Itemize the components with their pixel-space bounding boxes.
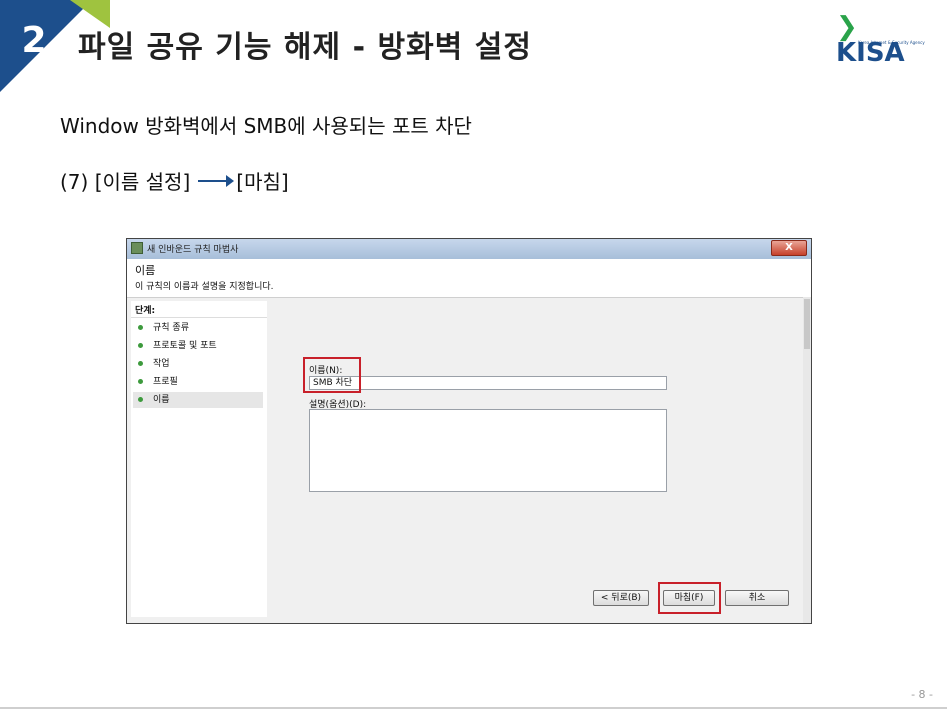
step-bullet-icon <box>138 397 143 402</box>
rule-description-input[interactable] <box>309 409 667 492</box>
wizard-steps-pane: 단계: 규칙 종류 프로토콜 및 포트 작업 프로필 이름 <box>131 301 267 617</box>
new-inbound-rule-wizard-window: 새 인바운드 규칙 마법사 X 이름 이 규칙의 이름과 설명을 지정합니다. … <box>126 238 812 624</box>
step-instruction: (7) [이름 설정] [마침] <box>60 166 289 195</box>
steps-divider <box>131 317 267 318</box>
step-rule-type[interactable]: 규칙 종류 <box>133 320 263 336</box>
step-label: 작업 <box>153 359 170 369</box>
window-titlebar: 새 인바운드 규칙 마법사 X <box>127 239 811 259</box>
cancel-button[interactable]: 취소 <box>725 590 789 606</box>
step-label: 프로토콜 및 포트 <box>153 341 217 351</box>
window-title: 새 인바운드 규칙 마법사 <box>147 245 239 255</box>
wizard-header-description: 이 규칙의 이름과 설명을 지정합니다. <box>135 282 274 292</box>
step-protocol-port[interactable]: 프로토콜 및 포트 <box>133 338 263 354</box>
step-bullet-icon <box>138 343 143 348</box>
finish-button-highlight <box>658 582 721 614</box>
step-action[interactable]: 작업 <box>133 356 263 372</box>
page-number: - 8 - <box>911 688 933 701</box>
step-bullet-icon <box>138 379 143 384</box>
step-label: 규칙 종류 <box>153 323 189 333</box>
back-button[interactable]: < 뒤로(B) <box>593 590 649 606</box>
rule-name-input[interactable]: SMB 차단 <box>309 376 667 390</box>
right-arrow-icon <box>198 174 235 187</box>
slide-subtitle: Window 방화벽에서 SMB에 사용되는 포트 차단 <box>60 114 472 138</box>
step-label-after: [마침] <box>236 170 289 194</box>
kisa-logo-subtext: Korea Internet & Security Agency <box>858 40 925 45</box>
wizard-header: 이름 이 규칙의 이름과 설명을 지정합니다. <box>127 259 811 298</box>
scrollbar-thumb[interactable] <box>804 299 810 349</box>
name-field-highlight <box>303 357 361 393</box>
step-bullet-icon <box>138 361 143 366</box>
slide-title: 파일 공유 기능 해제 - 방화벽 설정 <box>78 30 532 65</box>
vertical-scrollbar[interactable] <box>803 297 811 623</box>
wizard-header-title: 이름 <box>135 264 156 277</box>
step-label: 이름 <box>153 395 170 405</box>
step-profile[interactable]: 프로필 <box>133 374 263 390</box>
step-label-before: (7) [이름 설정] <box>60 170 191 194</box>
step-name[interactable]: 이름 <box>133 392 263 408</box>
firewall-icon <box>131 242 143 254</box>
kisa-logo: ❯KISA Korea Internet & Security Agency <box>836 12 925 66</box>
close-button[interactable]: X <box>771 240 807 256</box>
step-label: 프로필 <box>153 377 178 387</box>
section-number: 2 <box>21 20 47 61</box>
steps-title: 단계: <box>135 306 156 316</box>
step-bullet-icon <box>138 325 143 330</box>
bottom-divider <box>0 707 947 709</box>
